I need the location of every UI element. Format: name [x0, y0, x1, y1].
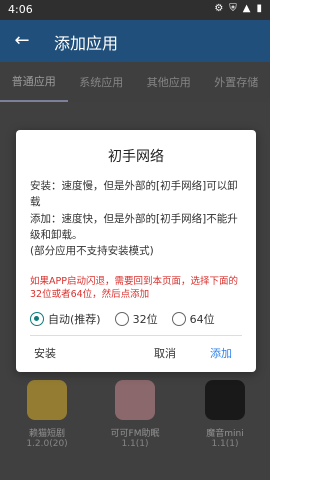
- dialog-buttons: 安装 取消 添加: [16, 340, 256, 364]
- radio-indicator: [114, 312, 129, 326]
- radio-label: 64位: [189, 313, 215, 326]
- bitness-radio-group: 自动(推荐) 32位 64位: [30, 311, 242, 327]
- install-button[interactable]: 安装: [34, 345, 56, 361]
- radio-indicator: [30, 312, 44, 326]
- page-title: 添加应用: [54, 34, 119, 53]
- dialog-title: 初手网络: [108, 149, 164, 165]
- radio-label: 32位: [132, 313, 158, 326]
- shield-icon: ⛨: [229, 3, 237, 14]
- settings-icon: ⚙: [214, 3, 224, 14]
- status-icons: ⚙ ⛨ ▲ ▮: [214, 3, 262, 14]
- install-dialog: 初手网络 安装：速度慢，但是外部的[初手网络]可以卸载 添加：速度快，但是外部的…: [16, 130, 256, 372]
- wifi-icon: ▲: [242, 3, 251, 14]
- battery-icon: ▮: [256, 3, 262, 14]
- app-bar: ← 添加应用: [0, 20, 270, 62]
- divider: [30, 335, 242, 336]
- radio-label: 自动(推荐): [48, 313, 101, 326]
- dialog-body: 安装：速度慢，但是外部的[初手网络]可以卸载 添加：速度快，但是外部的[初手网络…: [30, 178, 242, 259]
- radio-indicator: [171, 312, 186, 326]
- radio-64bit[interactable]: 64位: [171, 311, 215, 327]
- back-icon[interactable]: ←: [10, 28, 34, 52]
- status-bar: 4:06 ⚙ ⛨ ▲ ▮: [0, 0, 270, 20]
- note-text: (部分应用不支持安装模式): [30, 245, 154, 258]
- cancel-button[interactable]: 取消: [154, 345, 176, 361]
- warning-text: 如果APP启动闪退，需要回到本页面，选择下面的32位或者64位，然后点添加: [30, 276, 238, 300]
- radio-32bit[interactable]: 32位: [114, 311, 158, 327]
- status-time: 4:06: [8, 3, 33, 16]
- add-text: 添加：速度快，但是外部的[初手网络]不能升级和卸载。: [30, 212, 238, 241]
- radio-auto[interactable]: 自动(推荐): [30, 311, 101, 327]
- add-button[interactable]: 添加: [210, 345, 232, 361]
- install-text: 安装：速度慢，但是外部的[初手网络]可以卸载: [30, 180, 238, 209]
